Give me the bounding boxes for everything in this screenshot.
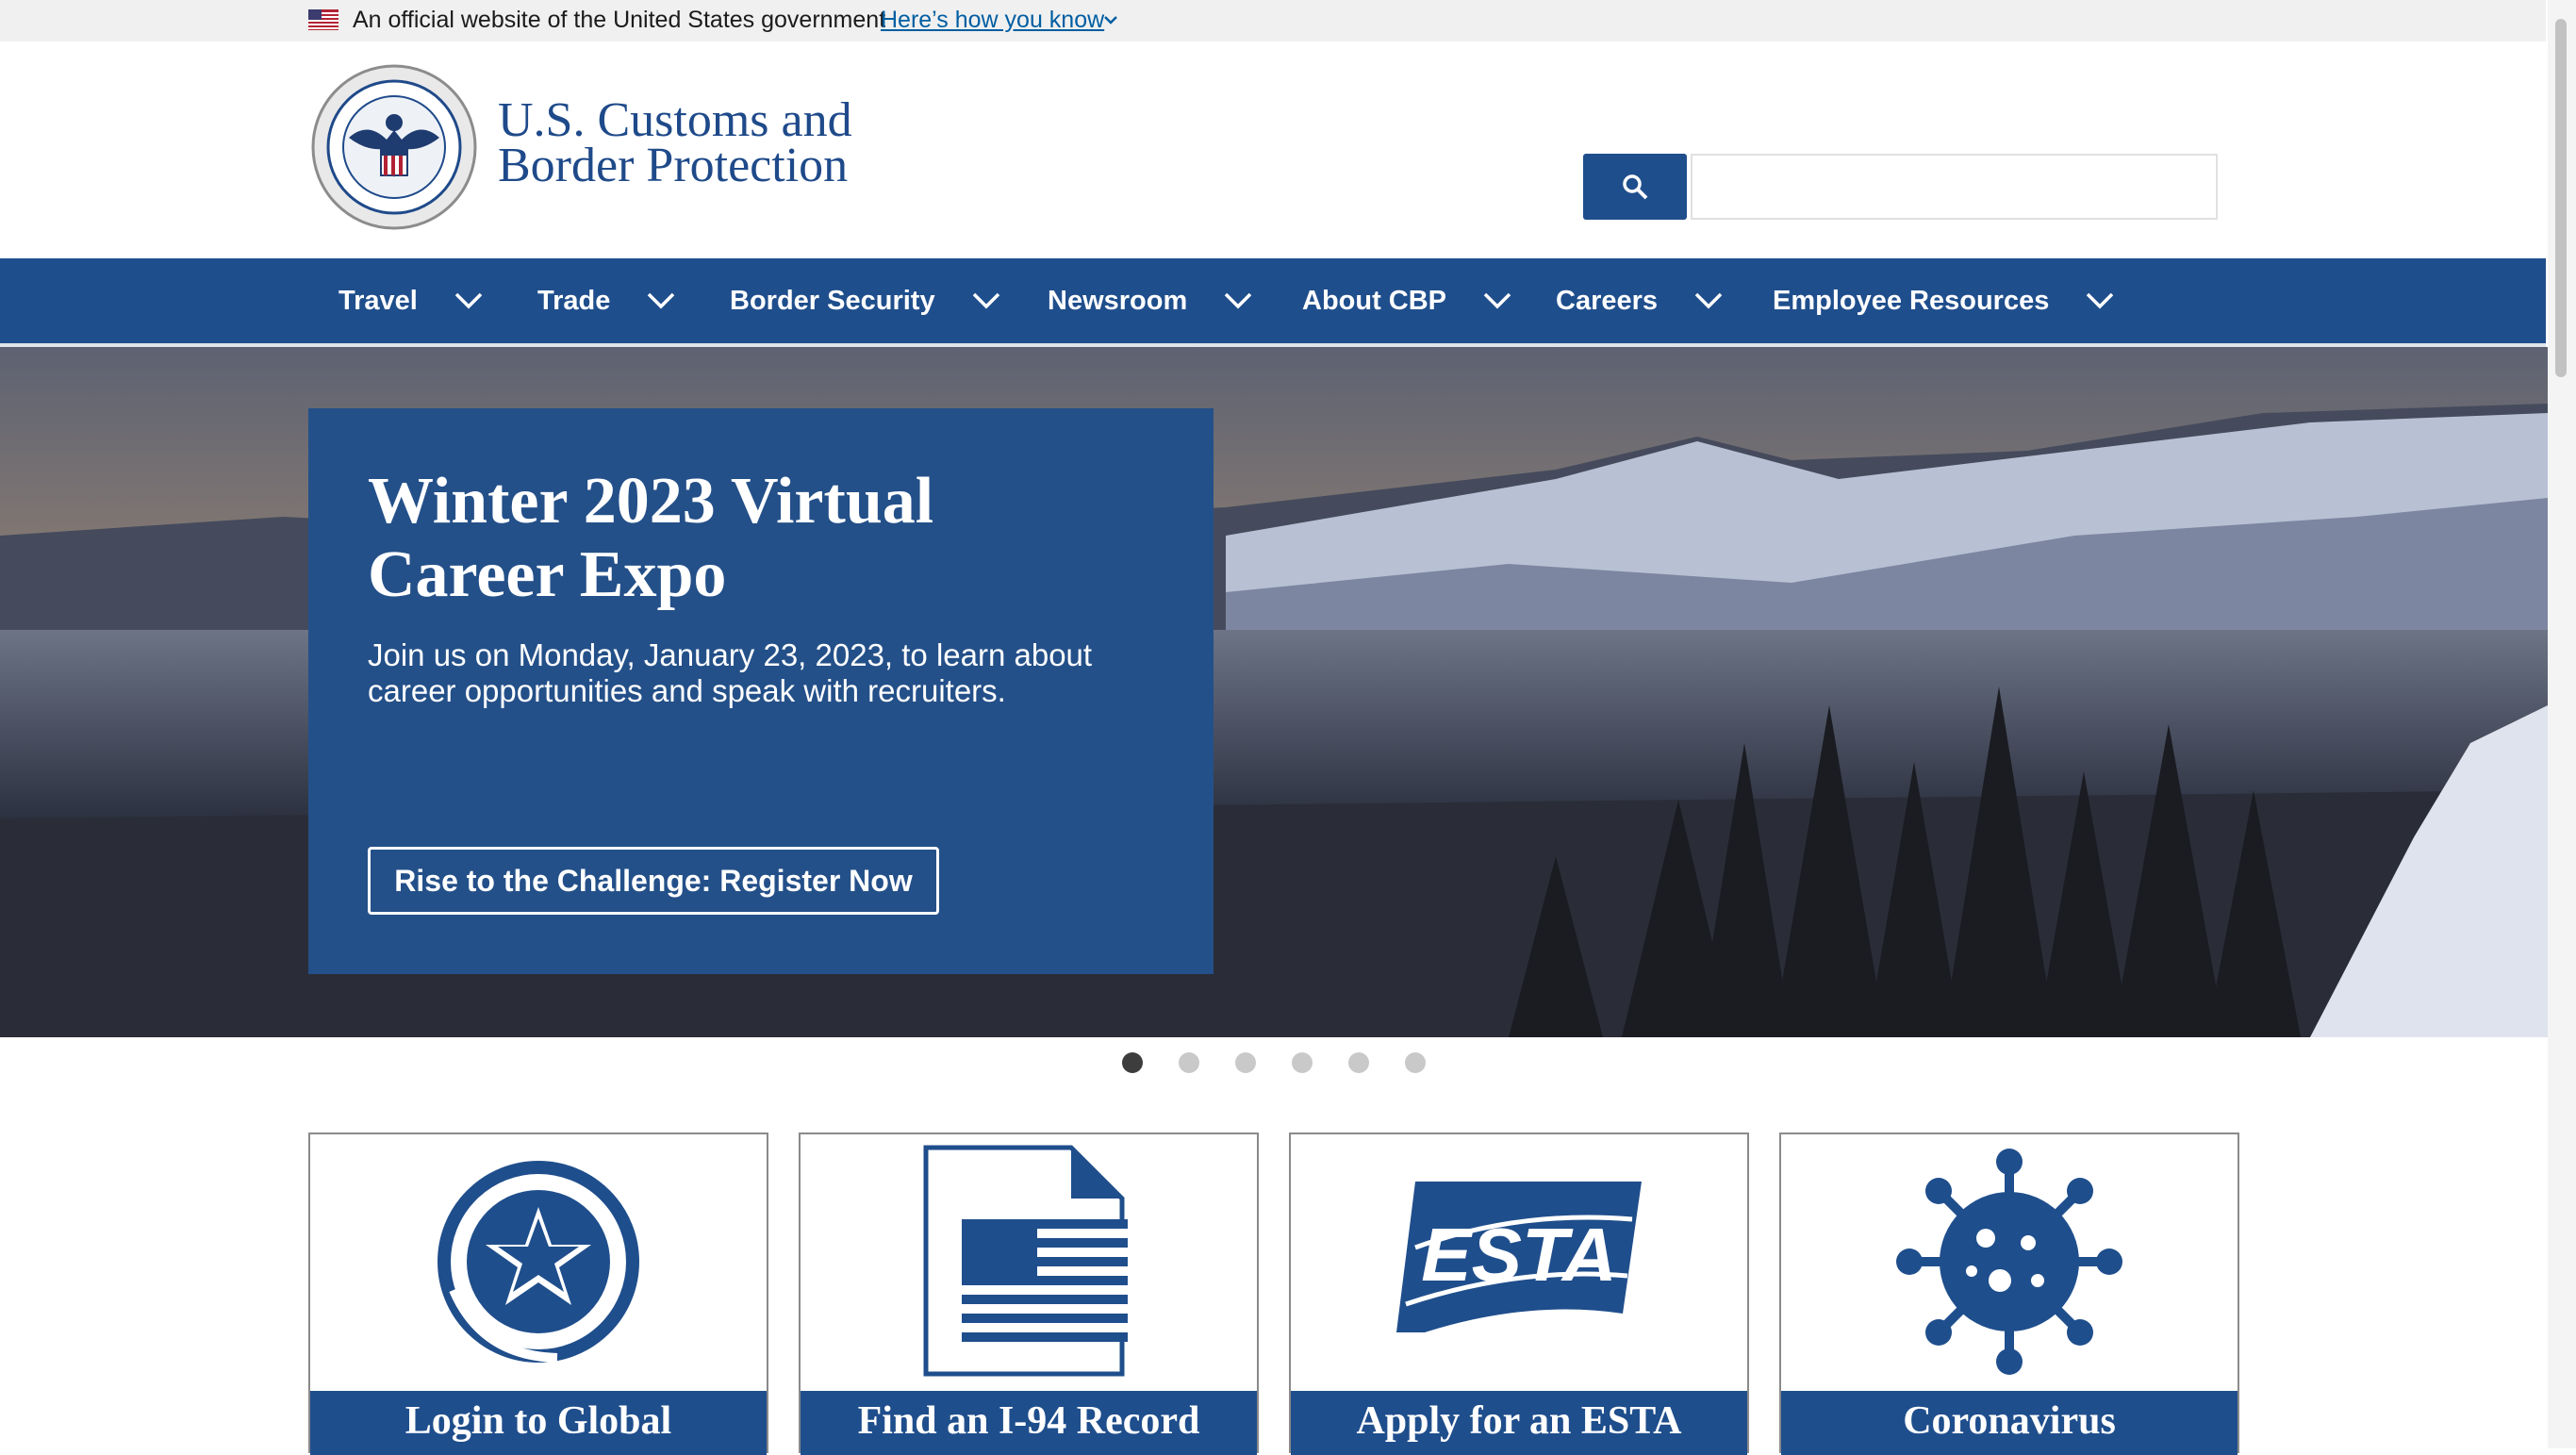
nav-item-newsroom[interactable]: Newsroom	[1048, 258, 1253, 343]
card-label: Login to Global	[310, 1391, 767, 1455]
chevron-down-icon	[1483, 292, 1511, 309]
chevron-down-icon	[454, 292, 483, 309]
official-site-text: An official website of the United States…	[353, 7, 886, 33]
card-label: Apply for an ESTA	[1291, 1391, 1747, 1455]
card-coronavirus[interactable]: Coronavirus	[1779, 1133, 2239, 1455]
brand-line-1: U.S. Customs and	[498, 93, 852, 147]
search-input[interactable]	[1691, 154, 2218, 220]
hero-description: Join us on Monday, January 23, 2023, to …	[368, 637, 1093, 708]
chevron-down-icon	[972, 292, 999, 309]
chevron-down-icon	[648, 292, 675, 309]
card-label: Find an I-94 Record	[801, 1391, 1257, 1455]
how-you-know-link[interactable]: Here’s how you know	[881, 7, 1104, 34]
cbp-seal-logo[interactable]	[311, 64, 477, 230]
site-brand-name[interactable]: U.S. Customs and Border Protection	[498, 93, 852, 192]
nav-label: Careers	[1556, 285, 1659, 316]
gov-banner: An official website of the United States…	[0, 0, 2546, 41]
hero-carousel[interactable]: Winter 2023 Virtual Career Expo Join us …	[0, 347, 2548, 1037]
brand-line-2: Border Protection	[498, 139, 849, 192]
hero-card: Winter 2023 Virtual Career Expo Join us …	[308, 408, 1214, 974]
nav-label: About CBP	[1302, 285, 1447, 316]
register-now-button[interactable]: Rise to the Challenge: Register Now	[368, 847, 939, 915]
nav-label: Employee Resources	[1773, 285, 2050, 316]
scrollbar-thumb[interactable]	[2555, 19, 2567, 377]
carousel-dot[interactable]	[1405, 1052, 1426, 1073]
nav-label: Newsroom	[1048, 285, 1188, 316]
nav-item-employee-resources[interactable]: Employee Resources	[1773, 258, 2115, 343]
chevron-down-icon[interactable]	[1103, 14, 1118, 25]
carousel-dot[interactable]	[1292, 1052, 1313, 1073]
nav-label: Trade	[537, 285, 611, 316]
nav-item-about-cbp[interactable]: About CBP	[1302, 258, 1512, 343]
esta-icon: ESTA	[1291, 1134, 1747, 1389]
search-icon	[1623, 174, 1648, 200]
virus-icon	[1781, 1134, 2237, 1389]
nav-item-trade[interactable]: Trade	[537, 258, 676, 343]
us-flag-icon	[308, 9, 339, 30]
chevron-down-icon	[2087, 292, 2114, 309]
nav-label: Travel	[339, 285, 418, 316]
carousel-dot[interactable]	[1122, 1052, 1143, 1073]
card-esta[interactable]: ESTA Apply for an ESTA	[1289, 1133, 1749, 1455]
carousel-dot[interactable]	[1179, 1052, 1199, 1073]
svg-text:ESTA: ESTA	[1421, 1213, 1616, 1297]
nav-item-travel[interactable]: Travel	[339, 258, 484, 343]
card-global-entry[interactable]: Login to Global	[308, 1133, 768, 1455]
hero-title: Winter 2023 Virtual Career Expo	[368, 465, 934, 611]
i94-document-icon	[801, 1134, 1257, 1389]
chevron-down-icon	[1225, 292, 1252, 309]
chevron-down-icon	[1694, 292, 1723, 309]
carousel-dot[interactable]	[1235, 1052, 1256, 1073]
carousel-dot[interactable]	[1348, 1052, 1369, 1073]
search-button[interactable]	[1583, 154, 1687, 220]
carousel-dots	[0, 1052, 2548, 1075]
site-header: U.S. Customs and Border Protection	[0, 41, 2546, 258]
card-label: Coronavirus	[1781, 1391, 2237, 1455]
main-nav: Travel Trade Border Security Newsroom Ab…	[0, 258, 2546, 347]
nav-item-careers[interactable]: Careers	[1556, 258, 1724, 343]
nav-label: Border Security	[730, 285, 935, 316]
global-entry-icon	[310, 1134, 767, 1389]
card-i94-record[interactable]: Find an I-94 Record	[799, 1133, 1259, 1455]
nav-item-border-security[interactable]: Border Security	[730, 258, 1001, 343]
